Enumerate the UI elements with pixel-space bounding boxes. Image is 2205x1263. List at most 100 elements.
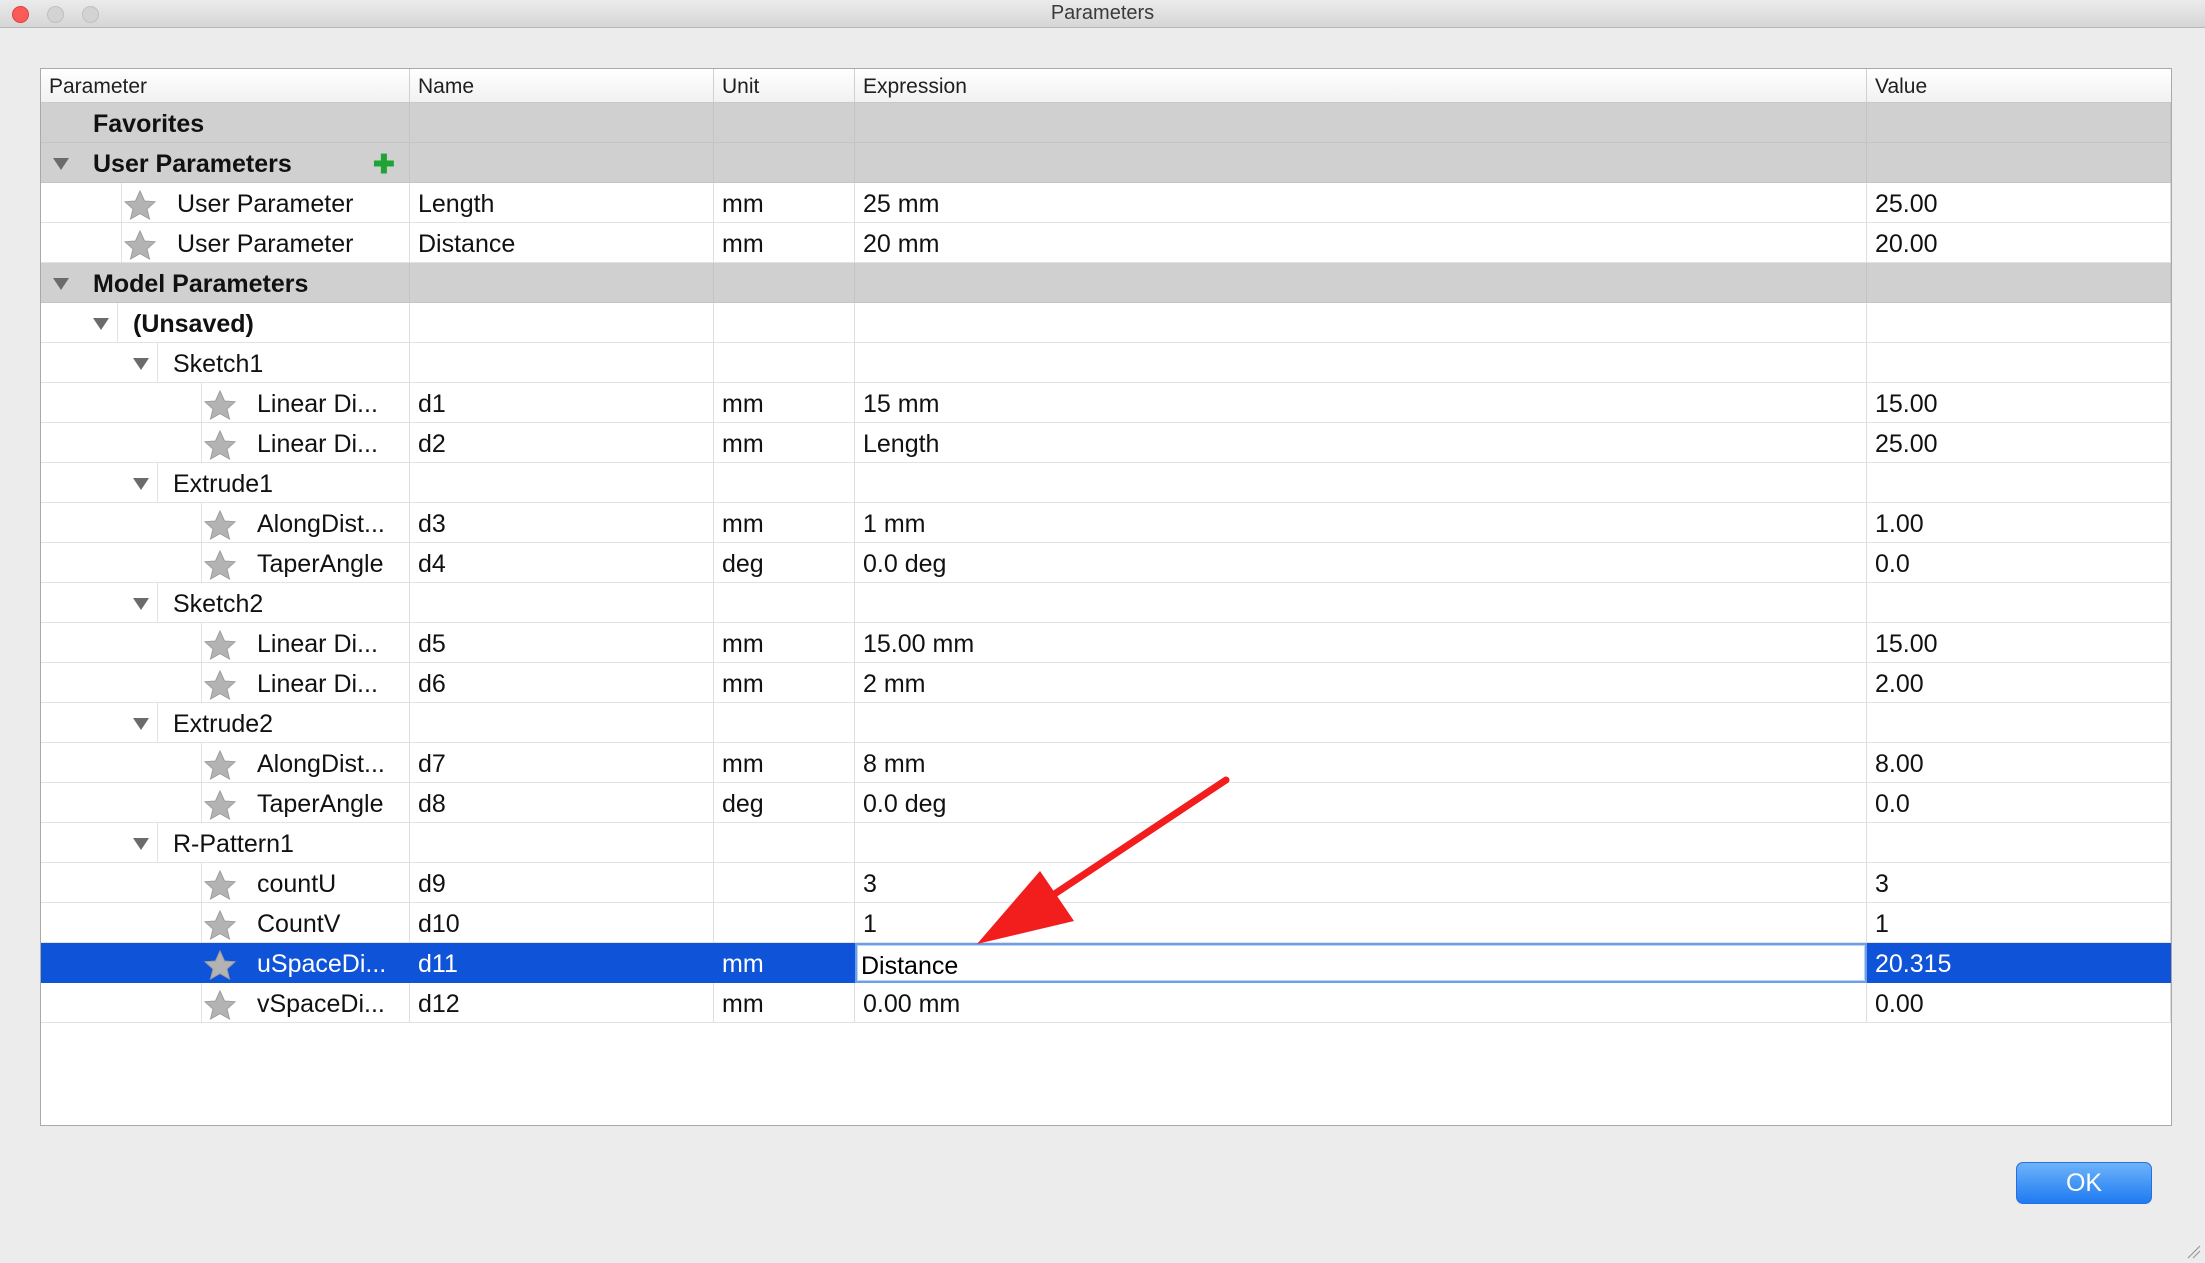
folder-row[interactable]: R-Pattern1: [41, 823, 2171, 863]
table-row[interactable]: Linear Di... d6 mm 2 mm 2.00: [41, 663, 2171, 703]
plus-icon[interactable]: ✚: [373, 151, 395, 177]
indent-guide: [117, 303, 118, 342]
table-row[interactable]: CountV d10 1 1: [41, 903, 2171, 943]
column-header-expression[interactable]: Expression: [855, 69, 1867, 102]
cell-expression[interactable]: 15 mm: [855, 383, 1867, 423]
cell-value: 0.0: [1867, 543, 2171, 583]
star-icon[interactable]: [203, 790, 237, 820]
cell-value: 3: [1867, 863, 2171, 903]
cell-expression[interactable]: 0.00 mm: [855, 983, 1867, 1023]
star-icon[interactable]: [123, 230, 157, 260]
cell-parameter: Sketch2: [41, 583, 410, 623]
star-icon[interactable]: [203, 670, 237, 700]
value-text: 2.00: [1875, 670, 1924, 698]
cell-unit: mm: [714, 623, 855, 663]
value-text: 1.00: [1875, 510, 1924, 538]
cell-expression[interactable]: 1 mm: [855, 503, 1867, 543]
parameter-label: Extrude2: [173, 710, 274, 738]
cell-parameter: AlongDist...: [41, 503, 410, 543]
name-text: d9: [418, 870, 446, 898]
table-row[interactable]: AlongDist... d7 mm 8 mm 8.00: [41, 743, 2171, 783]
disclosure-triangle-icon[interactable]: [133, 598, 149, 610]
resize-grip-icon[interactable]: [2185, 1243, 2201, 1259]
cell-expression[interactable]: 2 mm: [855, 663, 1867, 703]
star-icon[interactable]: [203, 950, 237, 980]
parameter-label: TaperAngle: [257, 550, 384, 578]
cell-name: [410, 263, 714, 303]
column-header-name[interactable]: Name: [410, 69, 714, 102]
disclosure-triangle-icon[interactable]: [133, 838, 149, 850]
name-text: d11: [418, 950, 458, 978]
table-row[interactable]: User Parameter Distance mm 20 mm 20.00: [41, 223, 2171, 263]
group-row[interactable]: User Parameters ✚: [41, 143, 2171, 183]
value-text: 15.00: [1875, 630, 1938, 658]
cell-expression[interactable]: 15.00 mm: [855, 623, 1867, 663]
folder-row[interactable]: Sketch2: [41, 583, 2171, 623]
disclosure-triangle-icon[interactable]: [53, 278, 69, 290]
column-header-parameter[interactable]: Parameter: [41, 69, 410, 102]
cell-parameter: CountV: [41, 903, 410, 943]
table-row[interactable]: Linear Di... d1 mm 15 mm 15.00: [41, 383, 2171, 423]
expression-text: Distance: [861, 952, 959, 980]
cell-expression[interactable]: 0.0 deg: [855, 543, 1867, 583]
column-header-value[interactable]: Value: [1867, 69, 2171, 102]
table-row[interactable]: Linear Di... d2 mm Length 25.00: [41, 423, 2171, 463]
cell-expression[interactable]: Length: [855, 423, 1867, 463]
ok-button[interactable]: OK: [2016, 1162, 2152, 1204]
star-icon[interactable]: [123, 190, 157, 220]
star-icon[interactable]: [203, 910, 237, 940]
cell-unit: [714, 463, 855, 503]
star-icon[interactable]: [203, 990, 237, 1020]
folder-row[interactable]: Extrude1: [41, 463, 2171, 503]
table-row[interactable]: uSpaceDi... d11 mm Distance 20.315: [41, 943, 2171, 983]
star-icon[interactable]: [203, 550, 237, 580]
table-row[interactable]: countU d9 3 3: [41, 863, 2171, 903]
indent-guide: [157, 343, 158, 382]
cell-name: d7: [410, 743, 714, 783]
group-row[interactable]: Favorites: [41, 103, 2171, 143]
expression-text: 15 mm: [863, 390, 940, 418]
star-icon[interactable]: [203, 430, 237, 460]
disclosure-triangle-icon[interactable]: [133, 718, 149, 730]
disclosure-triangle-icon[interactable]: [53, 158, 69, 170]
name-text: d7: [418, 750, 446, 778]
star-icon[interactable]: [203, 630, 237, 660]
cell-unit: [714, 823, 855, 863]
folder-row[interactable]: (Unsaved): [41, 303, 2171, 343]
disclosure-triangle-icon[interactable]: [93, 318, 109, 330]
table-row[interactable]: Linear Di... d5 mm 15.00 mm 15.00: [41, 623, 2171, 663]
cell-expression[interactable]: 20 mm: [855, 223, 1867, 263]
folder-row[interactable]: Extrude2: [41, 703, 2171, 743]
disclosure-triangle-icon[interactable]: [133, 358, 149, 370]
star-icon[interactable]: [203, 390, 237, 420]
cell-expression[interactable]: 0.0 deg: [855, 783, 1867, 823]
cell-name: [410, 343, 714, 383]
parameter-label: countU: [257, 870, 337, 898]
cell-expression[interactable]: 25 mm: [855, 183, 1867, 223]
indent-guide: [201, 663, 202, 702]
cell-unit: mm: [714, 503, 855, 543]
cell-expression: [855, 103, 1867, 143]
cell-name: d6: [410, 663, 714, 703]
column-header-unit[interactable]: Unit: [714, 69, 855, 102]
cell-expression: [855, 343, 1867, 383]
table-row[interactable]: vSpaceDi... d12 mm 0.00 mm 0.00: [41, 983, 2171, 1023]
star-icon[interactable]: [203, 870, 237, 900]
folder-row[interactable]: Sketch1: [41, 343, 2171, 383]
parameter-label: User Parameters: [93, 150, 292, 178]
cell-expression[interactable]: 8 mm: [855, 743, 1867, 783]
cell-expression[interactable]: Distance: [855, 943, 1867, 983]
star-icon[interactable]: [203, 750, 237, 780]
cell-expression[interactable]: 1: [855, 903, 1867, 943]
table-row[interactable]: TaperAngle d8 deg 0.0 deg 0.0: [41, 783, 2171, 823]
cell-parameter: Sketch1: [41, 343, 410, 383]
cell-expression[interactable]: 3: [855, 863, 1867, 903]
expression-text: 25 mm: [863, 190, 940, 218]
table-row[interactable]: AlongDist... d3 mm 1 mm 1.00: [41, 503, 2171, 543]
disclosure-triangle-icon[interactable]: [133, 478, 149, 490]
cell-parameter: Linear Di...: [41, 623, 410, 663]
table-row[interactable]: User Parameter Length mm 25 mm 25.00: [41, 183, 2171, 223]
table-row[interactable]: TaperAngle d4 deg 0.0 deg 0.0: [41, 543, 2171, 583]
star-icon[interactable]: [203, 510, 237, 540]
group-row[interactable]: Model Parameters: [41, 263, 2171, 303]
